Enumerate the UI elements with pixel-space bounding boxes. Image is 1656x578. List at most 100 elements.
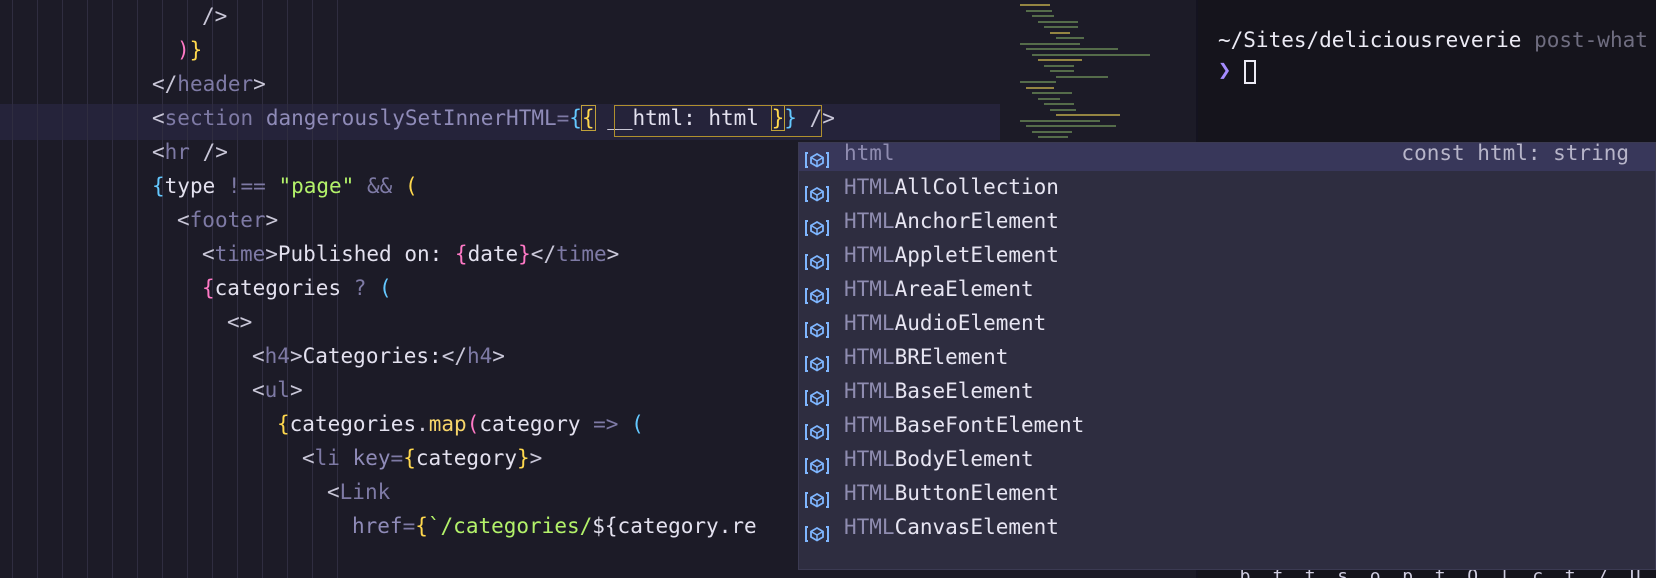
code-token: > <box>529 446 543 470</box>
autocomplete-item-detail: const html: string <box>1401 142 1629 165</box>
code-token: header <box>177 72 254 96</box>
autocomplete-item[interactable]: HTMLCanvasElement <box>799 509 1655 545</box>
code-token: </ <box>441 344 467 368</box>
code-token: ( <box>404 174 418 198</box>
autocomplete-item-label: HTMLAllCollection <box>844 169 1059 205</box>
code-token: > <box>492 344 505 368</box>
minimap-line <box>1032 130 1072 133</box>
autocomplete-item[interactable]: HTMLBodyElement <box>799 441 1655 477</box>
minimap-line <box>1038 59 1082 61</box>
minimap-line <box>1032 53 1150 56</box>
autocomplete-match-prefix: HTML <box>844 481 895 505</box>
code-line[interactable]: )} <box>0 32 1106 68</box>
code-token: href <box>352 514 403 538</box>
minimap-line <box>1050 70 1074 72</box>
code-token: } <box>518 242 531 266</box>
code-line[interactable]: </header> <box>0 66 1106 102</box>
code-line[interactable]: <section dangerouslySetInnerHTML={{ __ht… <box>0 100 1106 136</box>
autocomplete-item-rest: ButtonElement <box>894 481 1059 505</box>
code-token: ( <box>466 412 480 436</box>
code-token: time <box>556 242 607 266</box>
autocomplete-item-rest: AreaElement <box>894 277 1034 301</box>
minimap-line <box>1020 42 1080 45</box>
code-token: > <box>289 344 303 368</box>
code-token: category <box>479 412 594 436</box>
autocomplete-item-rest: BRElement <box>894 345 1009 369</box>
code-token: key <box>352 446 391 470</box>
autocomplete-item-rest: CanvasElement <box>894 515 1059 539</box>
code-token: ul <box>264 378 290 402</box>
variable-icon <box>805 246 829 270</box>
variable-icon <box>805 212 829 236</box>
autocomplete-item[interactable]: HTMLBRElement <box>799 339 1655 375</box>
variable-icon <box>805 382 829 406</box>
code-token: < <box>177 208 190 232</box>
code-token: ${category.re <box>592 514 757 538</box>
autocomplete-item-label: HTMLBaseElement <box>844 373 1034 409</box>
autocomplete-item[interactable]: HTMLButtonElement <box>799 475 1655 511</box>
code-token: > <box>289 378 303 402</box>
autocomplete-item-rest: AnchorElement <box>894 209 1059 233</box>
code-token: < <box>302 446 315 470</box>
autocomplete-item[interactable]: HTMLBaseElement <box>799 373 1655 409</box>
autocomplete-item[interactable]: html const html: string <box>799 142 1655 171</box>
minimap-line <box>1032 15 1054 17</box>
autocomplete-match-prefix: HTML <box>844 413 895 437</box>
code-token: Categories: <box>302 344 442 368</box>
autocomplete-match-prefix: HTML <box>844 515 895 539</box>
minimap-line <box>1020 81 1056 83</box>
code-token: > <box>253 72 266 96</box>
code-token: h4 <box>466 344 493 368</box>
autocomplete-item[interactable]: HTMLAudioElement <box>799 305 1655 341</box>
code-token: = <box>390 446 404 470</box>
code-token: { <box>415 514 428 538</box>
minimap-line <box>1050 31 1070 34</box>
code-token: date <box>467 242 519 266</box>
terminal-cursor[interactable] <box>1244 60 1256 84</box>
autocomplete-item[interactable]: HTMLBaseFontElement <box>799 407 1655 443</box>
autocomplete-item[interactable]: HTMLAreaElement <box>799 271 1655 307</box>
minimap-line <box>1026 9 1052 12</box>
code-token: { <box>152 174 165 198</box>
autocomplete-item[interactable]: HTMLAllCollection <box>799 169 1655 205</box>
minimap-line <box>1044 103 1074 105</box>
code-token: </ <box>152 72 178 96</box>
variable-icon <box>805 280 829 304</box>
autocomplete-item-label: html <box>844 143 895 171</box>
autocomplete-item-label: HTMLButtonElement <box>844 475 1059 511</box>
code-token: time <box>214 242 266 266</box>
autocomplete-item[interactable]: HTMLAnchorElement <box>799 203 1655 239</box>
code-token: { <box>403 446 416 470</box>
code-token: ) <box>177 38 190 62</box>
autocomplete-dropdown[interactable]: html const html: string HTMLAllCollection H… <box>798 142 1656 570</box>
code-token: `/categories/ <box>427 514 593 538</box>
code-token: } <box>517 446 530 470</box>
code-token: { <box>202 276 215 300</box>
code-token: section <box>164 106 254 130</box>
code-token: ( <box>631 412 644 436</box>
code-token: category <box>415 446 518 470</box>
autocomplete-item-label: HTMLBodyElement <box>844 441 1034 477</box>
variable-icon <box>805 178 829 202</box>
autocomplete-item-rest: BodyElement <box>894 447 1034 471</box>
minimap[interactable] <box>1000 0 1160 145</box>
code-token: < <box>327 480 340 504</box>
minimap-line <box>1038 136 1068 138</box>
autocomplete-match-prefix: HTML <box>844 379 895 403</box>
code-token: /> <box>189 140 228 164</box>
code-token: > <box>606 242 620 266</box>
code-token: { <box>580 105 596 131</box>
minimap-line <box>1038 20 1078 23</box>
autocomplete-item[interactable]: HTMLAppletElement <box>799 237 1655 273</box>
code-token: Link <box>339 480 391 504</box>
autocomplete-item-label: HTMLAreaElement <box>844 271 1034 307</box>
minimap-line <box>1050 108 1076 111</box>
code-token: !== <box>227 174 266 198</box>
code-token: ( <box>379 276 392 300</box>
code-token: categories <box>289 412 417 436</box>
code-line[interactable]: /> <box>0 0 1106 34</box>
